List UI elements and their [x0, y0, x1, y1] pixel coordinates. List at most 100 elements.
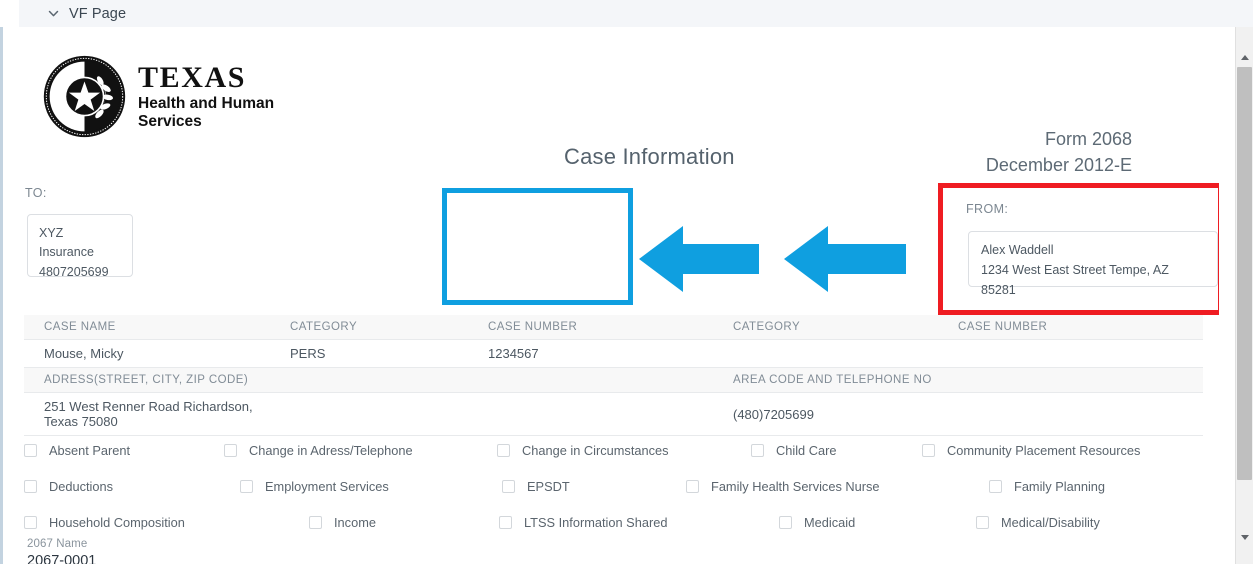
checkbox-input[interactable]	[989, 479, 1002, 493]
checkbox-input[interactable]	[976, 515, 989, 529]
checkbox-item[interactable]: Family Health Services Nurse	[686, 468, 880, 504]
table-cell: 1234567	[468, 339, 713, 368]
checkbox-item[interactable]: EPSDT	[502, 468, 570, 504]
table-cell: 251 West Renner Road Richardson, Texas 7…	[24, 392, 270, 436]
from-address-box: Alex Waddell 1234 West East Street Tempe…	[968, 231, 1218, 297]
table-column-header	[938, 367, 1203, 393]
checkbox-label: Change in Circumstances	[522, 442, 669, 458]
checkbox-item[interactable]: Medical/Disability	[976, 504, 1100, 540]
to-detail: 4807205699	[39, 264, 109, 279]
chevron-down-icon[interactable]	[46, 7, 60, 21]
checkbox-input[interactable]	[686, 479, 699, 493]
checkbox-item[interactable]: Household Composition	[24, 504, 185, 540]
checkbox-label: LTSS Information Shared	[524, 514, 668, 530]
checkbox-item[interactable]: Change in Circumstances	[497, 432, 669, 468]
from-address: 1234 West East Street Tempe, AZ 85281	[981, 263, 1169, 297]
scrollbar-thumb[interactable]	[1237, 67, 1252, 480]
table-cell	[938, 392, 1203, 436]
page-title: Case Information	[564, 144, 735, 169]
table-cell	[468, 392, 713, 436]
case-information-table: CASE NAME CATEGORY CASE NUMBER CATEGORY CASE…	[24, 315, 1203, 436]
checkbox-item[interactable]: Family Planning	[989, 468, 1105, 504]
field-2067-label: 2067 Name	[27, 538, 88, 550]
checkbox-item[interactable]: Change in Adress/Telephone	[224, 432, 413, 468]
checkbox-grid: Absent Parent Change in Adress/Telephone C…	[24, 432, 1204, 540]
vf-page-frame: TEXAS Health and Human Services Case Inf…	[0, 27, 1253, 564]
form-date: December 2012-E	[985, 154, 1132, 175]
checkbox-input[interactable]	[24, 479, 37, 493]
checkbox-input[interactable]	[240, 479, 253, 493]
form-number: Form 2068	[1044, 129, 1132, 149]
table-row: 251 West Renner Road Richardson, Texas 7…	[24, 392, 1203, 436]
case-information-document: TEXAS Health and Human Services Case Inf…	[3, 27, 1219, 564]
checkbox-item[interactable]: Deductions	[24, 468, 113, 504]
table-column-header: AREA CODE AND TELEPHONE NO	[713, 367, 938, 393]
checkbox-item[interactable]: Medicaid	[779, 504, 855, 540]
scroll-down-glyph	[1240, 535, 1249, 540]
table-cell	[713, 339, 938, 368]
table-column-header: CASE NUMBER	[938, 315, 1203, 340]
checkbox-input[interactable]	[751, 443, 764, 457]
checkbox-label: Medical/Disability	[1001, 514, 1100, 530]
checkbox-item[interactable]: Absent Parent	[24, 432, 130, 468]
checkbox-label: Deductions	[49, 478, 114, 494]
logo-texas-text: TEXAS	[138, 61, 247, 95]
checkbox-row: Household Composition Income LTSS Informat…	[24, 504, 1204, 540]
checkbox-label: Employment Services	[265, 478, 389, 494]
checkbox-input[interactable]	[499, 515, 512, 529]
checkbox-item[interactable]: Child Care	[751, 432, 836, 468]
scroll-down-arrow-icon[interactable]	[1236, 529, 1253, 546]
vf-page-label: VF Page	[69, 5, 127, 22]
checkbox-item[interactable]: Community Placement Resources	[922, 432, 1140, 468]
form-meta: Form 2068 December 2012-E	[986, 127, 1132, 178]
vertical-scrollbar[interactable]	[1235, 27, 1253, 564]
to-label: TO:	[25, 186, 47, 200]
checkbox-input[interactable]	[779, 515, 792, 529]
table-column-header	[468, 367, 713, 393]
table-column-header: CASE NAME	[24, 315, 270, 340]
table-column-header: CATEGORY	[270, 315, 468, 340]
from-name: Alex Waddell	[981, 243, 1054, 257]
checkbox-label: Income	[334, 514, 376, 530]
checkbox-item[interactable]: Income	[309, 504, 376, 540]
pointer-arrow-left	[784, 226, 906, 292]
checkbox-input[interactable]	[497, 443, 510, 457]
scroll-up-arrow-icon[interactable]	[1236, 49, 1253, 66]
scroll-up-glyph	[1240, 55, 1249, 60]
checkbox-item[interactable]: Employment Services	[240, 468, 389, 504]
to-address-box: XYZ Insurance 4807205699	[27, 214, 133, 279]
checkbox-input[interactable]	[309, 515, 322, 529]
table-cell: PERS	[270, 339, 468, 368]
vf-page-section-header[interactable]: VF Page	[19, 0, 1253, 27]
checkbox-label: Community Placement Resources	[947, 442, 1141, 458]
checkbox-label: Child Care	[776, 442, 837, 458]
table-header-row: ADRESS(STREET, CITY, ZIP CODE) AREA CODE …	[24, 367, 1203, 393]
checkbox-label: Change in Adress/Telephone	[249, 442, 413, 458]
checkbox-row: Absent Parent Change in Adress/Telephone C…	[24, 432, 1204, 468]
checkbox-input[interactable]	[24, 515, 37, 529]
table-row: Mouse, Micky PERS 1234567	[24, 339, 1203, 368]
checkbox-label: Family Health Services Nurse	[711, 478, 880, 494]
checkbox-label: Household Composition	[49, 514, 185, 530]
checkbox-input[interactable]	[922, 443, 935, 457]
pointer-arrow-left	[639, 226, 759, 292]
table-cell	[270, 392, 468, 436]
table-column-header: ADRESS(STREET, CITY, ZIP CODE)	[24, 367, 270, 393]
checkbox-input[interactable]	[502, 479, 515, 493]
table-column-header: CATEGORY	[713, 315, 938, 340]
table-cell	[938, 339, 1203, 368]
to-name: XYZ Insurance	[39, 226, 94, 260]
checkbox-input[interactable]	[24, 443, 37, 457]
logo-subtitle-text: Health and Human Services	[138, 95, 275, 130]
field-2067-name: 2067 Name 2067-0001	[27, 538, 589, 564]
checkbox-label: Medicaid	[804, 514, 856, 530]
highlight-box-blue	[442, 188, 633, 305]
table-column-header	[270, 367, 468, 393]
field-2067-value[interactable]: 2067-0001	[27, 550, 589, 564]
table-cell: (480)7205699	[713, 392, 938, 436]
checkbox-label: Absent Parent	[49, 442, 131, 458]
texas-state-seal-icon	[43, 55, 126, 138]
checkbox-item[interactable]: LTSS Information Shared	[499, 504, 667, 540]
checkbox-input[interactable]	[224, 443, 237, 457]
logo-wordmark: TEXAS Health and Human Services	[138, 63, 288, 130]
